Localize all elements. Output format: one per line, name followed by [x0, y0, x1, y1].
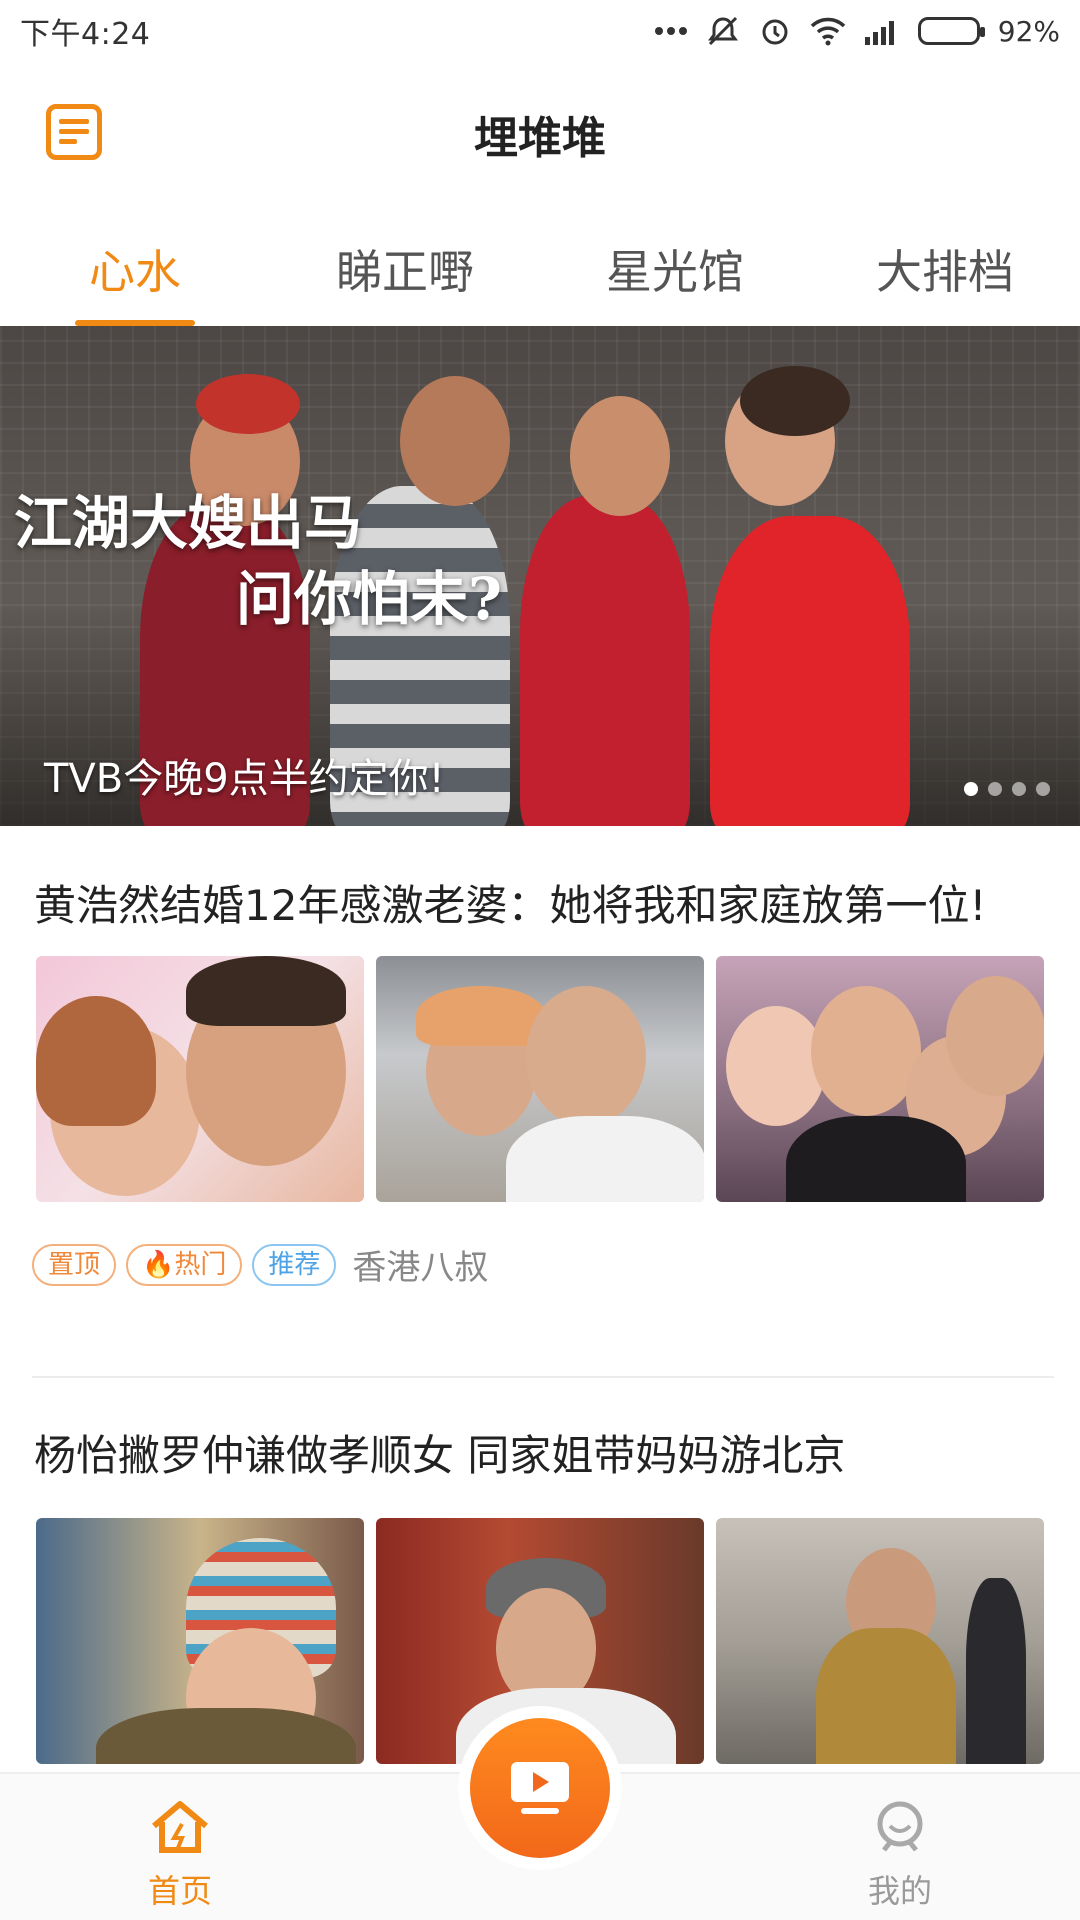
banner-dot[interactable] [1036, 782, 1050, 796]
banner-dot[interactable] [1012, 782, 1026, 796]
article-title[interactable]: 杨怡撇罗仲谦做孝顺女 同家姐带妈妈游北京 [0, 1428, 1080, 1484]
app-title: 埋堆堆 [474, 113, 606, 164]
tab-xingguangguan[interactable]: 星光馆 [540, 228, 810, 326]
tab-label: 大排档 [876, 245, 1014, 299]
video-play-icon[interactable] [470, 1718, 610, 1858]
article-thumbnail[interactable] [36, 1518, 364, 1764]
tab-label: 心水 [89, 245, 181, 299]
status-icons: 92% [654, 11, 1060, 51]
hero-banner[interactable]: 江湖大嫂出马 问你怕未? TVB今晚9点半约定你! [0, 326, 1080, 826]
banner-dot[interactable] [964, 782, 978, 796]
nav-me-label: 我的 [867, 1872, 932, 1910]
article-title[interactable]: 黄浩然结婚12年感激老婆：她将我和家庭放第一位! [0, 878, 1080, 934]
banner-dot[interactable] [988, 782, 1002, 796]
tab-dapaidang[interactable]: 大排档 [810, 228, 1080, 326]
article-thumbnail[interactable] [36, 956, 364, 1202]
app-header: 埋堆堆 [0, 62, 1080, 202]
status-time: 下午4:24 [20, 17, 151, 52]
category-tabs: 心水 睇正嘢 星光馆 大排档 [0, 228, 1080, 326]
banner-caption: TVB今晚9点半约定你! [44, 756, 445, 802]
wifi-icon [810, 11, 846, 51]
tag-pinned: 置顶 [32, 1243, 117, 1286]
article-card[interactable]: 杨怡撇罗仲谦做孝顺女 同家姐带妈妈游北京 [0, 1428, 1080, 1764]
banner-person-head [570, 396, 670, 516]
article-meta: 置顶 🔥热门 推荐 香港八叔 [0, 1240, 1080, 1289]
mute-bell-icon [706, 11, 740, 51]
banner-person-hair [740, 366, 850, 436]
article-divider [32, 1376, 1054, 1378]
status-bar: 下午4:24 92% [0, 0, 1080, 62]
nav-home-label: 首页 [147, 1872, 212, 1910]
article-thumbnail[interactable] [716, 1518, 1044, 1764]
article-thumbnail[interactable] [716, 956, 1044, 1202]
tag-hot: 🔥热门 [126, 1243, 243, 1286]
banner-person-hair [196, 374, 300, 434]
nav-me[interactable]: 我的 [820, 1798, 980, 1912]
nav-home[interactable]: 首页 [100, 1798, 260, 1912]
banner-page-dots [964, 782, 1050, 796]
tab-label: 星光馆 [606, 245, 744, 299]
article-thumbnail[interactable] [376, 956, 704, 1202]
tab-xinshui[interactable]: 心水 [0, 228, 270, 326]
article-thumbnails [0, 956, 1080, 1202]
signal-icon [864, 11, 900, 51]
banner-person [710, 516, 910, 826]
banner-overlay-line2: 问你怕未? [236, 565, 502, 633]
flame-icon: 🔥 [142, 1249, 175, 1280]
profile-icon [870, 1801, 930, 1860]
article-card[interactable]: 黄浩然结婚12年感激老婆：她将我和家庭放第一位! 置顶 🔥热门 推荐 香港八叔 [0, 878, 1080, 1289]
banner-overlay-line1: 江湖大嫂出马 [14, 489, 363, 557]
more-dots-icon [654, 11, 688, 51]
tab-label: 睇正嘢 [336, 245, 474, 299]
alarm-icon [758, 11, 792, 51]
tag-hot-label: 热门 [174, 1249, 227, 1280]
battery-icon [917, 11, 985, 51]
home-icon [148, 1801, 212, 1860]
banner-person-head [400, 376, 510, 506]
tag-recommended: 推荐 [252, 1243, 337, 1286]
banner-person [520, 496, 690, 826]
battery-percent: 92% [997, 14, 1060, 48]
tab-taizhengye[interactable]: 睇正嘢 [270, 228, 540, 326]
article-source[interactable]: 香港八叔 [352, 1240, 488, 1289]
